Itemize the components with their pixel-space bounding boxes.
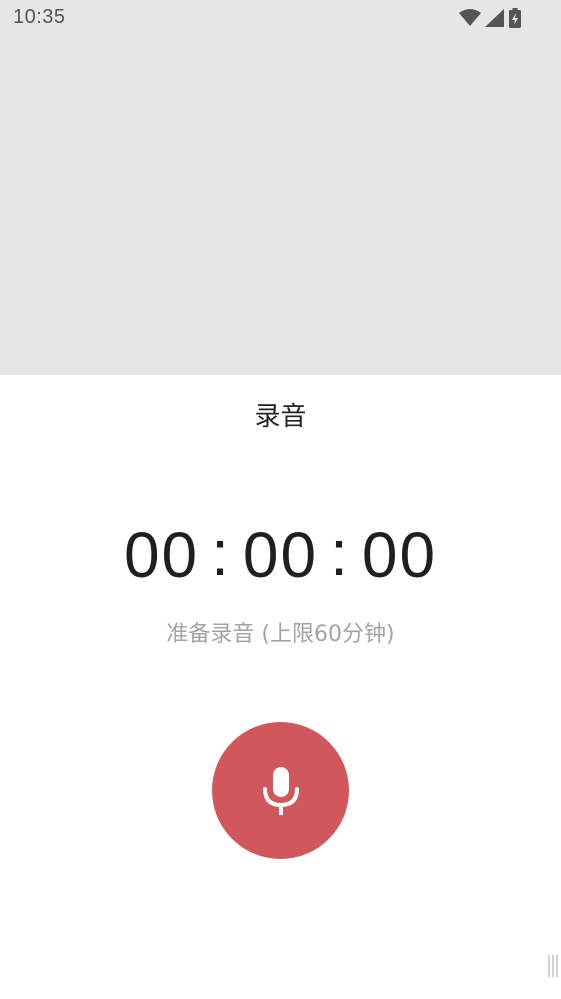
timer-seconds: 00 [361, 519, 438, 591]
timer-separator: : [211, 517, 231, 589]
timer-separator: : [330, 517, 350, 589]
wifi-icon [459, 9, 481, 27]
recorder-sheet [0, 375, 561, 999]
timer-minutes: 00 [242, 519, 319, 591]
microphone-icon [261, 765, 301, 817]
recording-hint: 准备录音 (上限60分钟) [166, 622, 395, 647]
status-icons [459, 7, 521, 29]
recorder-title: 录音 [254, 402, 307, 432]
timer-hours: 00 [123, 519, 200, 591]
battery-charging-icon [509, 8, 521, 28]
status-bar: 10:35 [0, 0, 561, 36]
dimmed-backdrop[interactable] [0, 36, 561, 375]
record-button[interactable] [212, 722, 349, 859]
signal-icon [485, 9, 505, 27]
recording-timer: 00 : 00 : 00 [0, 517, 561, 592]
status-time: 10:35 [13, 6, 66, 28]
corner-watermark [548, 955, 560, 977]
